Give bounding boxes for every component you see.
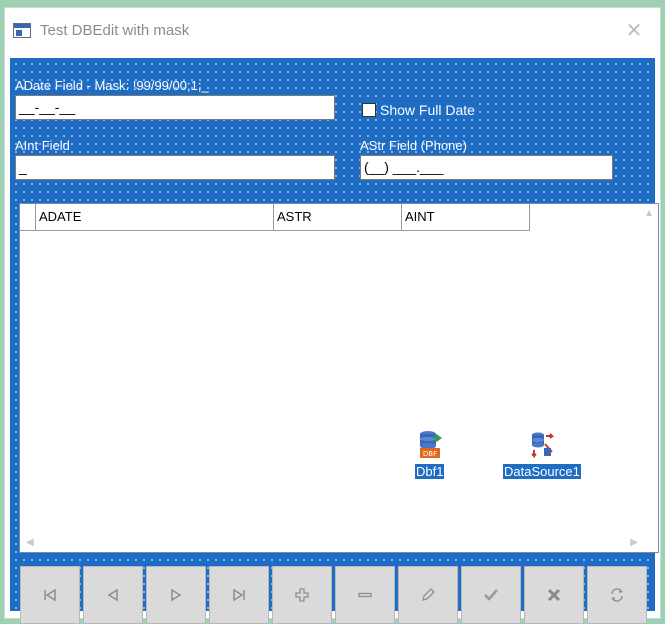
astr-field[interactable]: (__) ___.___	[360, 155, 613, 180]
window-icon	[13, 23, 31, 38]
dbf-database-icon: DBF	[418, 430, 442, 462]
refresh-icon	[611, 588, 623, 602]
datasource-icon	[530, 430, 555, 462]
nav-post-button[interactable]	[461, 566, 521, 624]
scroll-up-icon[interactable]: ▲	[644, 208, 654, 219]
next-record-icon	[171, 588, 182, 602]
grid-row-indicator	[20, 204, 36, 230]
datasource1-component[interactable]: DataSource1	[502, 430, 582, 480]
form-client-area: ADate Field - Mask: !99/99/00;1;_ __-__-…	[10, 58, 659, 624]
db-navigator	[20, 566, 654, 624]
close-button[interactable]: ✕	[618, 16, 650, 46]
scroll-left-icon[interactable]: ◀	[26, 537, 34, 548]
adate-field[interactable]: __-__-__	[15, 95, 335, 120]
post-icon	[484, 589, 498, 601]
nav-delete-button[interactable]	[335, 566, 395, 624]
edit-icon	[422, 588, 435, 601]
first-record-icon	[44, 588, 56, 602]
nav-cancel-button[interactable]	[524, 566, 584, 624]
adate-label: ADate Field - Mask: !99/99/00;1;_	[15, 78, 209, 93]
column-header-aint[interactable]: AINT	[402, 204, 530, 230]
window-title: Test DBEdit with mask	[40, 22, 190, 39]
nav-edit-button[interactable]	[398, 566, 458, 624]
title-bar: Test DBEdit with mask ✕	[5, 8, 660, 58]
grid-header: ADATE ASTR AINT	[20, 204, 530, 231]
cancel-icon	[547, 588, 561, 602]
show-full-date-checkbox-group[interactable]: Show Full Date	[362, 100, 475, 120]
aint-label: AInt Field	[15, 138, 70, 153]
horizontal-scrollbar[interactable]: ◀ ▶	[20, 534, 658, 552]
insert-icon	[295, 588, 309, 602]
show-full-date-checkbox[interactable]	[362, 103, 376, 117]
nav-first-button[interactable]	[20, 566, 80, 624]
nav-refresh-button[interactable]	[587, 566, 647, 624]
app-window: Test DBEdit with mask ✕ ADate Field - Ma…	[4, 7, 661, 624]
svg-text:DBF: DBF	[423, 450, 437, 458]
aint-field[interactable]: _	[15, 155, 335, 180]
datasource1-label[interactable]: DataSource1	[502, 463, 582, 480]
scroll-right-icon[interactable]: ▶	[630, 537, 638, 548]
delete-icon	[358, 592, 372, 598]
show-full-date-label[interactable]: Show Full Date	[380, 102, 475, 118]
dbf1-label[interactable]: Dbf1	[413, 463, 446, 480]
dbf1-component[interactable]: DBF Dbf1	[413, 430, 446, 480]
astr-label: AStr Field (Phone)	[360, 138, 467, 153]
nav-insert-button[interactable]	[272, 566, 332, 624]
last-record-icon	[233, 588, 245, 602]
column-header-astr[interactable]: ASTR	[274, 204, 402, 230]
db-grid[interactable]: ADATE ASTR AINT ▲ ◀ ▶ DBF Dbf1 DataSourc…	[19, 203, 659, 553]
column-header-adate[interactable]: ADATE	[36, 204, 274, 230]
nav-last-button[interactable]	[209, 566, 269, 624]
nav-prior-button[interactable]	[83, 566, 143, 624]
prior-record-icon	[107, 588, 118, 602]
nav-next-button[interactable]	[146, 566, 206, 624]
